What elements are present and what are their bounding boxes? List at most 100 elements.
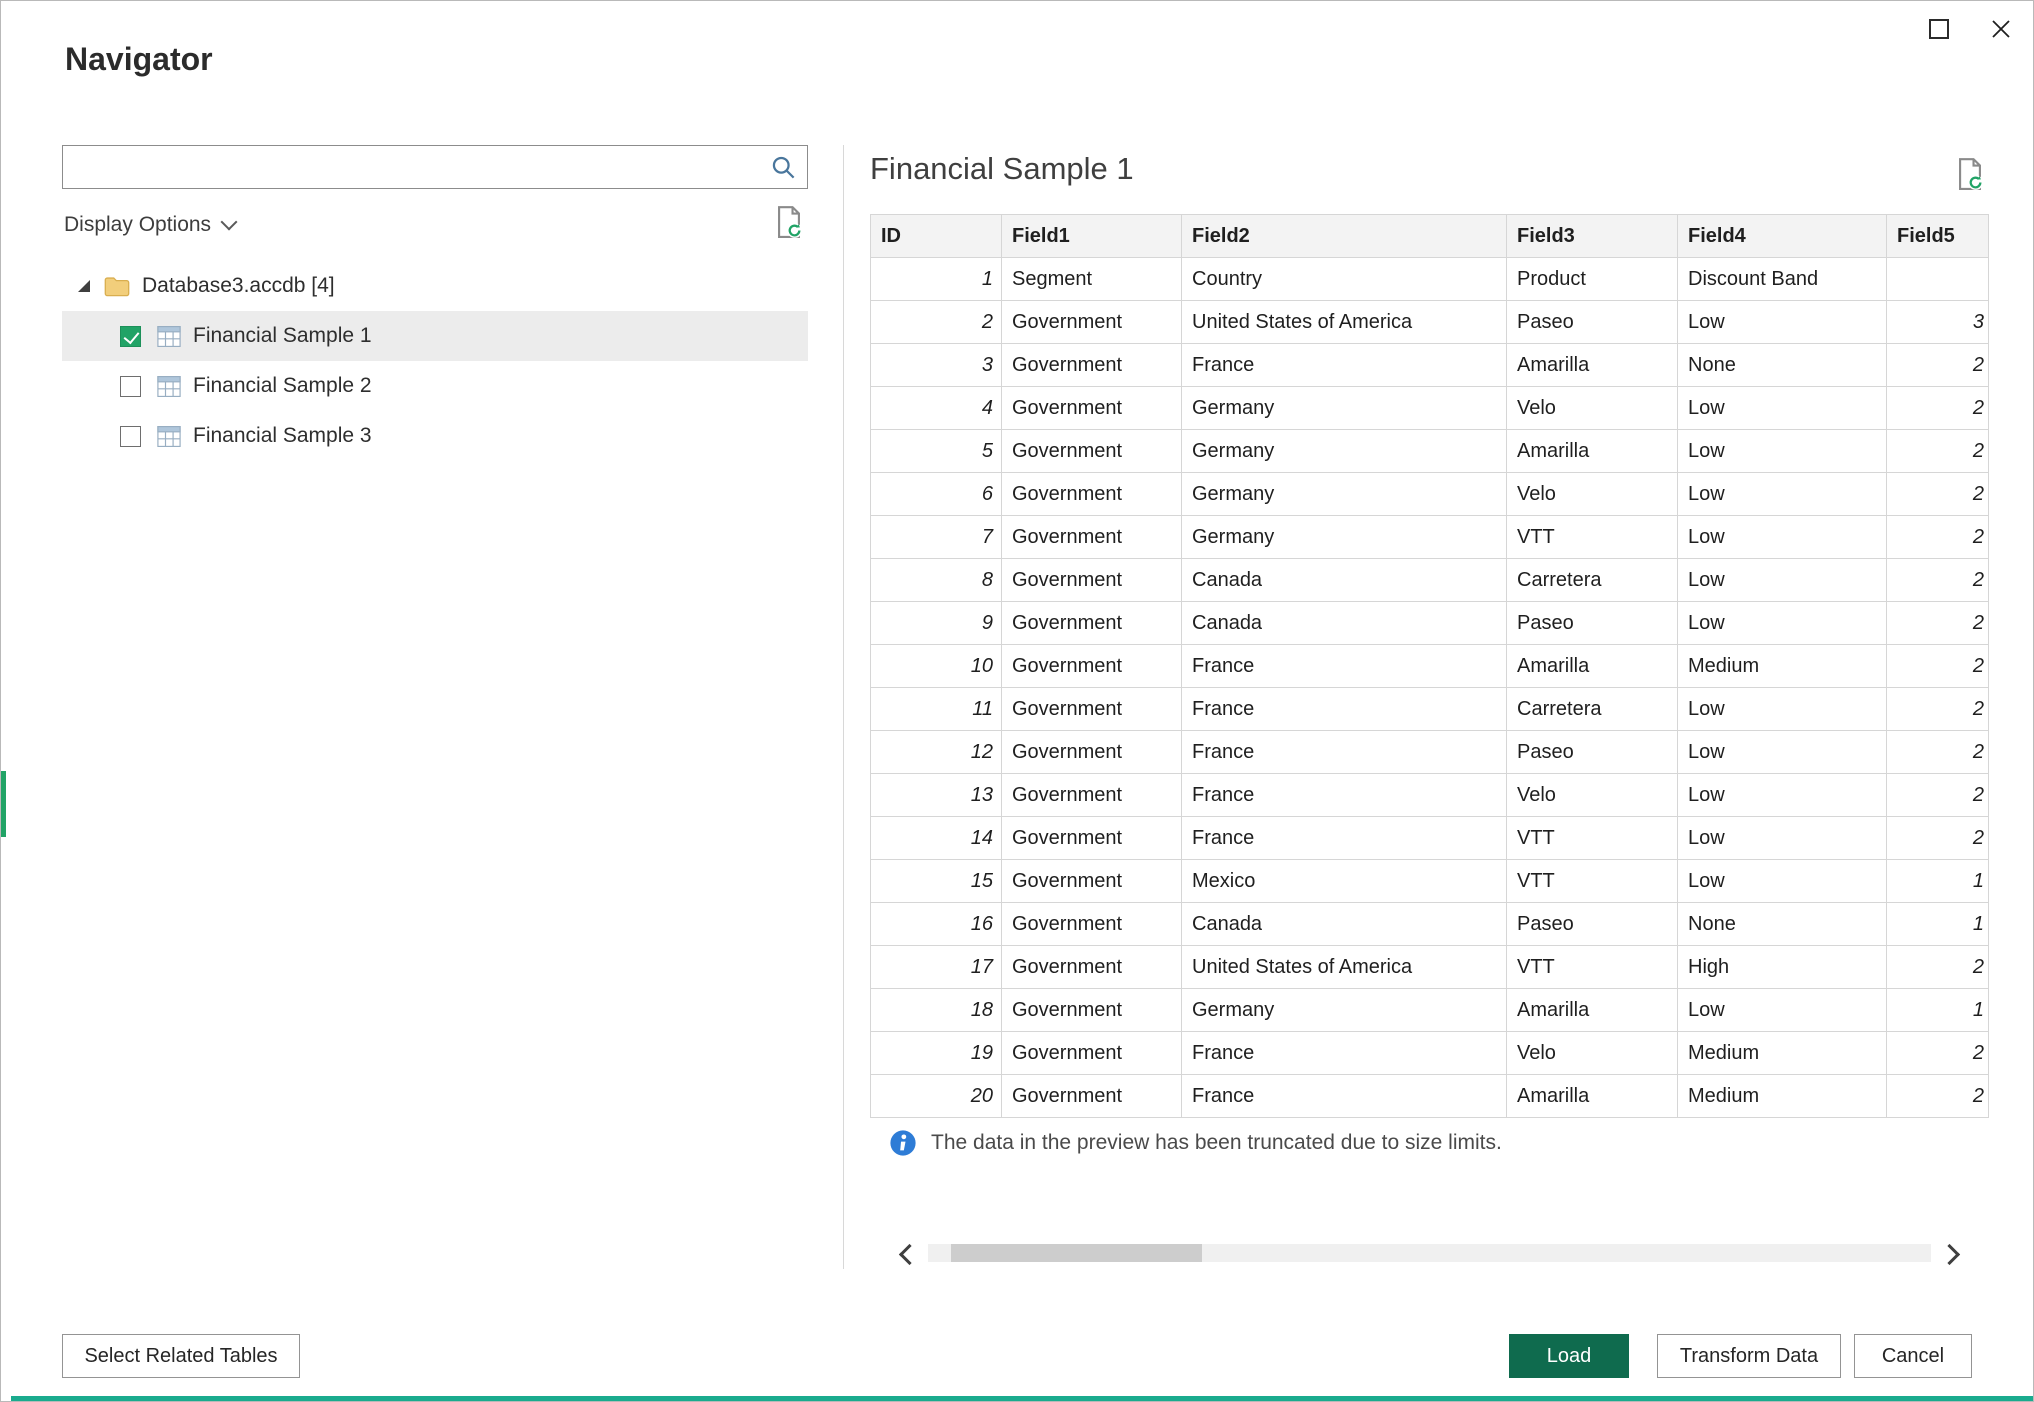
row-cell: Carretera bbox=[1507, 688, 1678, 731]
scroll-right-icon[interactable] bbox=[1939, 1244, 1960, 1265]
folder-icon bbox=[104, 276, 130, 297]
row-cell: VTT bbox=[1507, 817, 1678, 860]
background-accent-bottom bbox=[11, 1396, 2033, 1401]
row-cell: Paseo bbox=[1507, 731, 1678, 774]
row-id-cell: 14 bbox=[871, 817, 1002, 860]
load-button[interactable]: Load bbox=[1509, 1334, 1629, 1378]
row-cell: Low bbox=[1678, 817, 1887, 860]
row-cell: Government bbox=[1002, 387, 1182, 430]
maximize-icon[interactable] bbox=[1929, 19, 1949, 39]
scroll-left-icon[interactable] bbox=[899, 1244, 920, 1265]
row-id-cell: 5 bbox=[871, 430, 1002, 473]
panel-divider bbox=[843, 145, 844, 1269]
tree-item-label: Financial Sample 3 bbox=[193, 424, 372, 448]
row-cell: Canada bbox=[1182, 602, 1507, 645]
row-cell: 1 bbox=[1887, 989, 1989, 1032]
row-cell: Low bbox=[1678, 430, 1887, 473]
row-cell: 2 bbox=[1887, 559, 1989, 602]
row-cell: Government bbox=[1002, 731, 1182, 774]
row-cell: Velo bbox=[1507, 387, 1678, 430]
search-input[interactable] bbox=[63, 146, 770, 188]
table-icon bbox=[157, 426, 181, 447]
checkbox-unchecked[interactable] bbox=[120, 426, 141, 447]
row-cell: Low bbox=[1678, 688, 1887, 731]
refresh-source-icon[interactable] bbox=[774, 205, 804, 239]
row-cell: Low bbox=[1678, 602, 1887, 645]
row-cell: Velo bbox=[1507, 1032, 1678, 1075]
row-cell: None bbox=[1678, 903, 1887, 946]
table-row: 14GovernmentFranceVTTLow2 bbox=[871, 817, 1989, 860]
column-header-field2: Field2 bbox=[1182, 215, 1507, 258]
row-id-cell: 6 bbox=[871, 473, 1002, 516]
row-cell: Low bbox=[1678, 301, 1887, 344]
row-cell: Government bbox=[1002, 430, 1182, 473]
row-cell: Government bbox=[1002, 559, 1182, 602]
refresh-preview-icon[interactable] bbox=[1955, 157, 1985, 191]
table-row: 15GovernmentMexicoVTTLow1 bbox=[871, 860, 1989, 903]
row-cell: Government bbox=[1002, 817, 1182, 860]
close-icon[interactable] bbox=[1989, 17, 2013, 41]
row-cell: Paseo bbox=[1507, 903, 1678, 946]
table-row: 16GovernmentCanadaPaseoNone1 bbox=[871, 903, 1989, 946]
collapse-expander-icon[interactable] bbox=[78, 280, 90, 292]
row-cell: Government bbox=[1002, 903, 1182, 946]
tree-item-financial-sample-2[interactable]: Financial Sample 2 bbox=[62, 361, 808, 411]
row-cell: Government bbox=[1002, 688, 1182, 731]
row-id-cell: 8 bbox=[871, 559, 1002, 602]
cancel-button[interactable]: Cancel bbox=[1854, 1334, 1972, 1378]
row-id-cell: 12 bbox=[871, 731, 1002, 774]
row-cell: Germany bbox=[1182, 430, 1507, 473]
row-cell: Germany bbox=[1182, 473, 1507, 516]
row-cell: France bbox=[1182, 731, 1507, 774]
checkbox-unchecked[interactable] bbox=[120, 376, 141, 397]
row-cell: 2 bbox=[1887, 817, 1989, 860]
scrollbar-thumb[interactable] bbox=[951, 1244, 1202, 1262]
row-cell: Paseo bbox=[1507, 602, 1678, 645]
table-row: 3GovernmentFranceAmarillaNone2 bbox=[871, 344, 1989, 387]
table-row: 9GovernmentCanadaPaseoLow2 bbox=[871, 602, 1989, 645]
transform-data-button[interactable]: Transform Data bbox=[1657, 1334, 1841, 1378]
row-id-cell: 3 bbox=[871, 344, 1002, 387]
row-cell: Government bbox=[1002, 516, 1182, 559]
scrollbar-track[interactable] bbox=[928, 1244, 1931, 1262]
tree-node-database[interactable]: Database3.accdb [4] bbox=[62, 261, 808, 311]
row-cell: 2 bbox=[1887, 344, 1989, 387]
row-cell: Medium bbox=[1678, 645, 1887, 688]
tree-item-financial-sample-1[interactable]: Financial Sample 1 bbox=[62, 311, 808, 361]
check-icon bbox=[124, 327, 140, 344]
column-header-field3: Field3 bbox=[1507, 215, 1678, 258]
row-cell: 2 bbox=[1887, 602, 1989, 645]
horizontal-scrollbar bbox=[870, 1237, 1989, 1269]
checkbox-checked[interactable] bbox=[120, 326, 141, 347]
row-cell: Amarilla bbox=[1507, 989, 1678, 1032]
table-header-row: ID Field1 Field2 Field3 Field4 Field5 bbox=[871, 215, 1989, 258]
row-cell: Amarilla bbox=[1507, 344, 1678, 387]
row-cell: France bbox=[1182, 774, 1507, 817]
row-cell: France bbox=[1182, 1032, 1507, 1075]
table-row: 7GovernmentGermanyVTTLow2 bbox=[871, 516, 1989, 559]
preview-table: ID Field1 Field2 Field3 Field4 Field5 1S… bbox=[870, 214, 1989, 1118]
row-cell: Low bbox=[1678, 774, 1887, 817]
row-cell: Low bbox=[1678, 473, 1887, 516]
table-row: 6GovernmentGermanyVeloLow2 bbox=[871, 473, 1989, 516]
row-cell: Amarilla bbox=[1507, 430, 1678, 473]
chevron-down-icon bbox=[221, 214, 238, 231]
row-cell: France bbox=[1182, 817, 1507, 860]
row-cell: 1 bbox=[1887, 860, 1989, 903]
table-row: 18GovernmentGermanyAmarillaLow1 bbox=[871, 989, 1989, 1032]
row-cell: 2 bbox=[1887, 1032, 1989, 1075]
row-cell: Government bbox=[1002, 473, 1182, 516]
row-cell: Government bbox=[1002, 301, 1182, 344]
display-options-dropdown[interactable]: Display Options bbox=[64, 213, 235, 237]
column-header-field5: Field5 bbox=[1887, 215, 1989, 258]
row-cell: Government bbox=[1002, 602, 1182, 645]
tree-item-financial-sample-3[interactable]: Financial Sample 3 bbox=[62, 411, 808, 461]
row-cell: United States of America bbox=[1182, 301, 1507, 344]
row-cell: Velo bbox=[1507, 774, 1678, 817]
row-cell: Product bbox=[1507, 258, 1678, 301]
select-related-tables-button[interactable]: Select Related Tables bbox=[62, 1334, 300, 1378]
row-cell: Government bbox=[1002, 645, 1182, 688]
row-id-cell: 1 bbox=[871, 258, 1002, 301]
preview-title: Financial Sample 1 bbox=[870, 151, 1134, 187]
truncation-notice-text: The data in the preview has been truncat… bbox=[931, 1131, 1502, 1155]
